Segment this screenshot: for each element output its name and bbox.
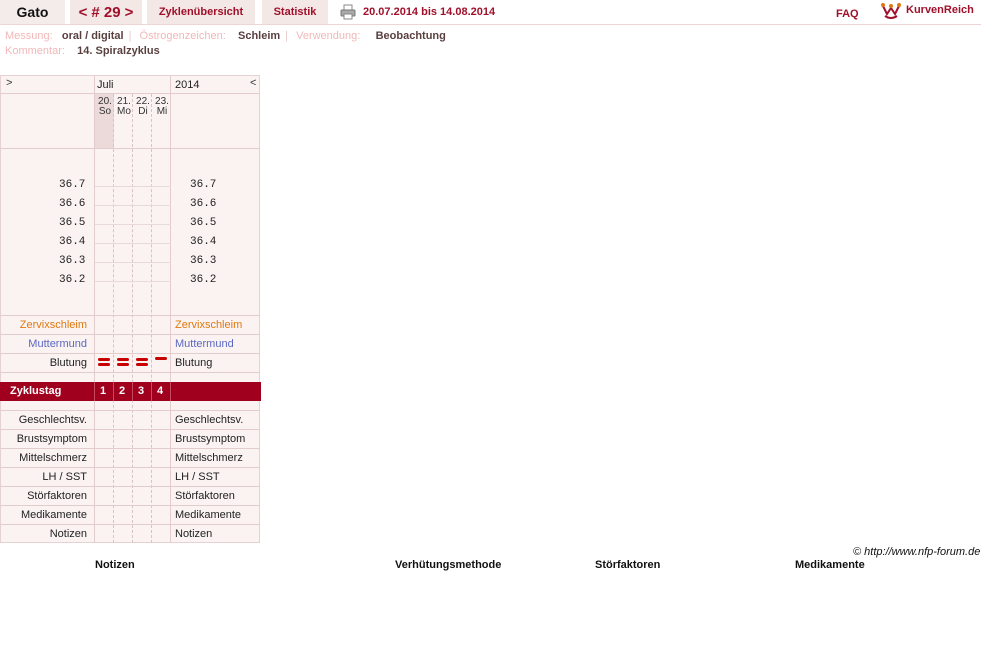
temp-tick-left: 36.2 [59,274,86,286]
faq-link[interactable]: FAQ [836,8,859,20]
row-label-notizen: Notizen [49,528,87,540]
copyright-notice: © http://www.nfp-forum.de [853,546,981,558]
temp-tick-left: 36.4 [59,236,86,248]
temp-tick-left: 36.6 [59,198,86,210]
verwendung-value: Beobachtung [375,30,446,42]
row-label-muttermund-right: Muttermund [175,338,234,350]
bleeding-mark[interactable] [98,363,110,366]
temp-tick-right: 36.6 [190,198,217,210]
row-label-cervix-right: Zervixschleim [175,319,243,331]
day-header[interactable]: 20. So [96,97,114,117]
day-header[interactable]: 23. Mi [153,97,171,117]
tab-cycle-overview[interactable]: Zyklenübersicht [147,0,255,24]
bleeding-mark[interactable] [98,358,110,361]
row-label-right: Störfaktoren [175,490,235,502]
crown-icon[interactable] [881,2,901,20]
temp-tick-right: 36.7 [190,179,217,191]
row-label-geschlechtsverkehr: Geschlechtsv. [18,414,87,426]
row-label-right: Mittelschmerz [175,452,243,464]
day-header[interactable]: 21. Mo [115,97,133,117]
cycle-day-number: 2 [119,385,126,397]
row-label-stoerfaktoren: Störfaktoren [27,490,87,502]
row-label-cervix: Zervixschleim [19,319,87,331]
temp-tick-right: 36.4 [190,236,217,248]
tab-statistics[interactable]: Statistik [262,0,328,24]
cycle-day-number: 3 [138,385,145,397]
cycle-day-number: 1 [100,385,107,397]
next-cycle-button[interactable]: > [125,4,134,21]
year-label: 2014 [175,79,200,91]
messung-label: Messung: [5,30,53,42]
day-header[interactable]: 22. Di [134,97,152,117]
cycle-number: # 29 [91,3,121,21]
bleeding-mark[interactable] [136,363,148,366]
kommentar-label: Kommentar: [5,45,65,57]
medication-heading: Medikamente [795,559,865,571]
oestrogen-value: Schleim [237,30,281,42]
comment-info: Kommentar: 14. Spiralzyklus [5,45,160,57]
disturbances-heading: Störfaktoren [595,559,661,571]
temp-tick-right: 36.5 [190,217,217,229]
row-label-right: Brustsymptom [175,433,246,445]
cycle-day-number: 4 [157,385,164,397]
cycle-switcher: < # 29 > [70,0,142,24]
row-label-right: LH / SST [175,471,220,483]
row-label-muttermund: Muttermund [28,338,87,350]
logo-text[interactable]: KurvenReich [906,4,974,16]
kommentar-value: 14. Spiralzyklus [77,45,160,57]
messung-value: oral / digital [61,30,124,42]
bleeding-mark[interactable] [117,363,129,366]
row-label-brustsymptom: Brustsymptom [16,433,87,445]
row-label-lh-sst: LH / SST [42,471,87,483]
temp-tick-left: 36.7 [59,179,86,191]
row-label-blutung: Blutung [49,357,87,369]
month-label: Juli [97,79,114,91]
row-label-right: Notizen [175,528,213,540]
row-label-medikamente: Medikamente [20,509,87,521]
nav-back-button[interactable]: < [250,77,256,89]
notes-heading: Notizen [95,559,135,571]
cycle-day-bar: Zyklustag 1 2 3 4 [0,382,261,401]
temp-tick-right: 36.2 [190,274,217,286]
row-label-right: Medikamente [175,509,242,521]
cycle-chart: > Juli 2014 < 20. So 21. Mo 22. Di 23. Mi 36… [0,75,260,543]
row-label-mittelschmerz: Mittelschmerz [19,452,87,464]
nav-forward-button[interactable]: > [6,77,12,89]
temp-tick-left: 36.5 [59,217,86,229]
bleeding-mark[interactable] [117,358,129,361]
temp-tick-left: 36.3 [59,255,86,267]
prev-cycle-button[interactable]: < [79,4,88,21]
top-bar: Gato < # 29 > Zyklenübersicht Statistik … [0,0,981,25]
temp-tick-right: 36.3 [190,255,217,267]
date-range: 20.07.2014 bis 14.08.2014 [363,6,496,18]
bleeding-mark[interactable] [155,357,167,360]
oestrogen-label: Östrogenzeichen: [139,30,226,42]
cycle-day-label: Zyklustag [10,385,62,397]
row-label-blutung-right: Blutung [175,357,213,369]
verwendung-label: Verwendung: [296,30,361,42]
bleeding-mark[interactable] [136,358,148,361]
contraception-heading: Verhütungsmethode [395,559,502,571]
row-label-right: Geschlechtsv. [175,414,244,426]
measurement-info: Messung: oral / digital | Östrogenzeichen… [5,30,446,42]
printer-icon[interactable] [340,4,356,20]
user-name[interactable]: Gato [0,0,65,24]
